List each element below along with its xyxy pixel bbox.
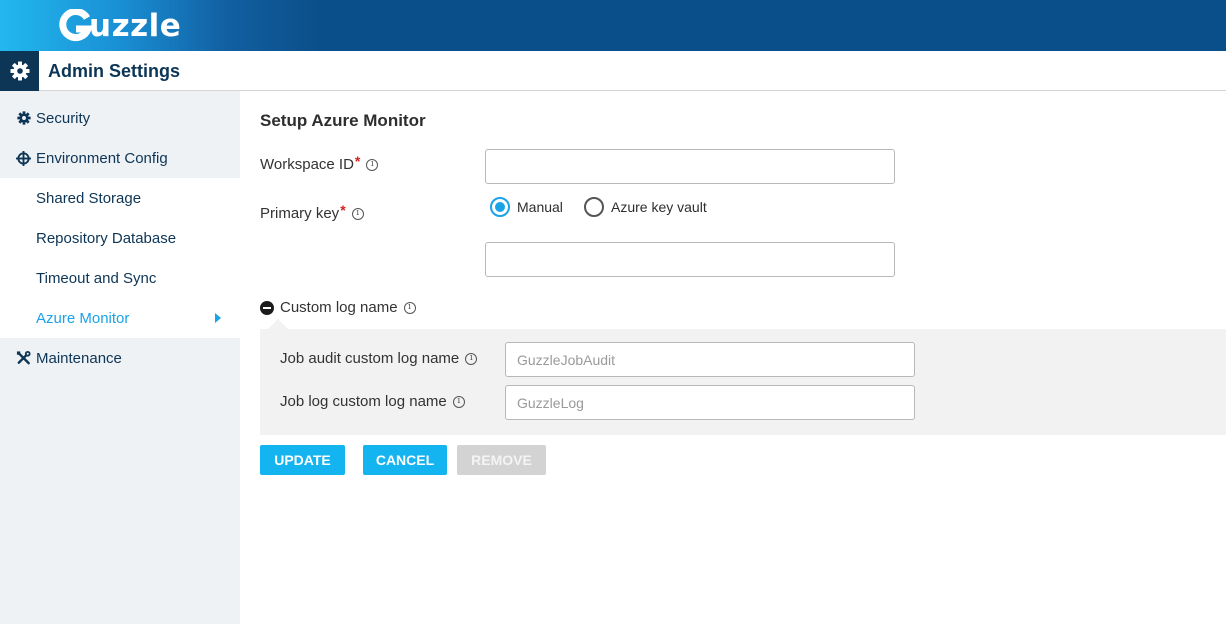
sidebar: Security Environment Config Shared Stora…	[0, 91, 240, 624]
info-icon[interactable]: i	[465, 352, 478, 365]
tools-icon	[16, 350, 31, 366]
radio-unchecked-icon	[584, 197, 604, 217]
section-title: Setup Azure Monitor	[260, 111, 426, 130]
primary-key-label-text: Primary key	[260, 205, 340, 222]
gear-icon	[16, 111, 31, 126]
logo-g-icon	[59, 9, 92, 42]
job-audit-label: Job audit custom log name i	[280, 350, 478, 367]
custom-log-label: Custom log name	[280, 299, 398, 316]
workspace-id-label-text: Workspace ID	[260, 156, 354, 173]
info-icon[interactable]: i	[403, 301, 416, 314]
sidebar-item-repository-database[interactable]: Repository Database	[0, 218, 240, 258]
job-log-input[interactable]	[505, 385, 915, 420]
workspace-id-label: Workspace ID * i	[260, 152, 379, 173]
job-audit-label-text: Job audit custom log name	[280, 350, 460, 367]
sidebar-item-azure-monitor[interactable]: Azure Monitor	[0, 298, 240, 338]
required-mark: *	[340, 201, 346, 218]
sidebar-item-maintenance[interactable]: Maintenance	[0, 338, 240, 378]
title-bar: Admin Settings	[0, 51, 1226, 91]
remove-button[interactable]: REMOVE	[457, 445, 546, 475]
job-log-label-text: Job log custom log name	[280, 393, 447, 410]
sidebar-item-label: Shared Storage	[36, 189, 142, 207]
top-bar: uzzle	[0, 0, 1226, 51]
sidebar-item-label: Maintenance	[36, 349, 122, 367]
sidebar-item-environment-config[interactable]: Environment Config	[0, 138, 240, 178]
update-button[interactable]: UPDATE	[260, 445, 345, 475]
sidebar-item-label: Azure Monitor	[36, 309, 130, 327]
page-title: Admin Settings	[48, 61, 181, 81]
gear-icon	[10, 61, 29, 81]
custom-log-panel: Job audit custom log name i Job log cust…	[260, 329, 1226, 435]
main-content: Setup Azure Monitor Workspace ID * i Pri…	[240, 91, 1226, 624]
radio-checked-icon	[490, 197, 510, 217]
sidebar-item-security[interactable]: Security	[0, 98, 240, 138]
info-icon[interactable]: i	[351, 207, 364, 220]
logo-text: uzzle	[89, 8, 182, 44]
radio-azure-key-vault-label: Azure key vault	[611, 199, 707, 215]
info-icon[interactable]: i	[366, 158, 379, 171]
crosshair-icon	[16, 150, 31, 166]
sidebar-item-label: Timeout and Sync	[36, 269, 157, 287]
custom-log-toggle[interactable]: Custom log name i	[260, 299, 416, 316]
cancel-button[interactable]: CANCEL	[363, 445, 447, 475]
radio-manual[interactable]: Manual	[490, 197, 563, 217]
primary-key-input[interactable]	[485, 242, 895, 277]
radio-azure-key-vault[interactable]: Azure key vault	[584, 197, 707, 217]
panel-pointer	[268, 319, 288, 329]
sidebar-item-label: Environment Config	[36, 149, 168, 167]
workspace-id-input[interactable]	[485, 149, 895, 184]
primary-key-label: Primary key * i	[260, 201, 364, 222]
radio-manual-label: Manual	[517, 199, 563, 215]
info-icon[interactable]: i	[452, 395, 465, 408]
minus-circle-icon	[260, 300, 274, 315]
sidebar-item-label: Repository Database	[36, 229, 177, 247]
job-audit-log-input[interactable]	[505, 342, 915, 377]
settings-icon-box	[0, 51, 39, 91]
job-log-label: Job log custom log name i	[280, 393, 465, 410]
sidebar-item-label: Security	[36, 109, 91, 127]
caret-right-icon	[215, 313, 221, 323]
required-mark: *	[354, 152, 361, 169]
sidebar-item-shared-storage[interactable]: Shared Storage	[0, 178, 240, 218]
guzzle-logo: uzzle	[58, 6, 181, 46]
sidebar-item-timeout-and-sync[interactable]: Timeout and Sync	[0, 258, 240, 298]
